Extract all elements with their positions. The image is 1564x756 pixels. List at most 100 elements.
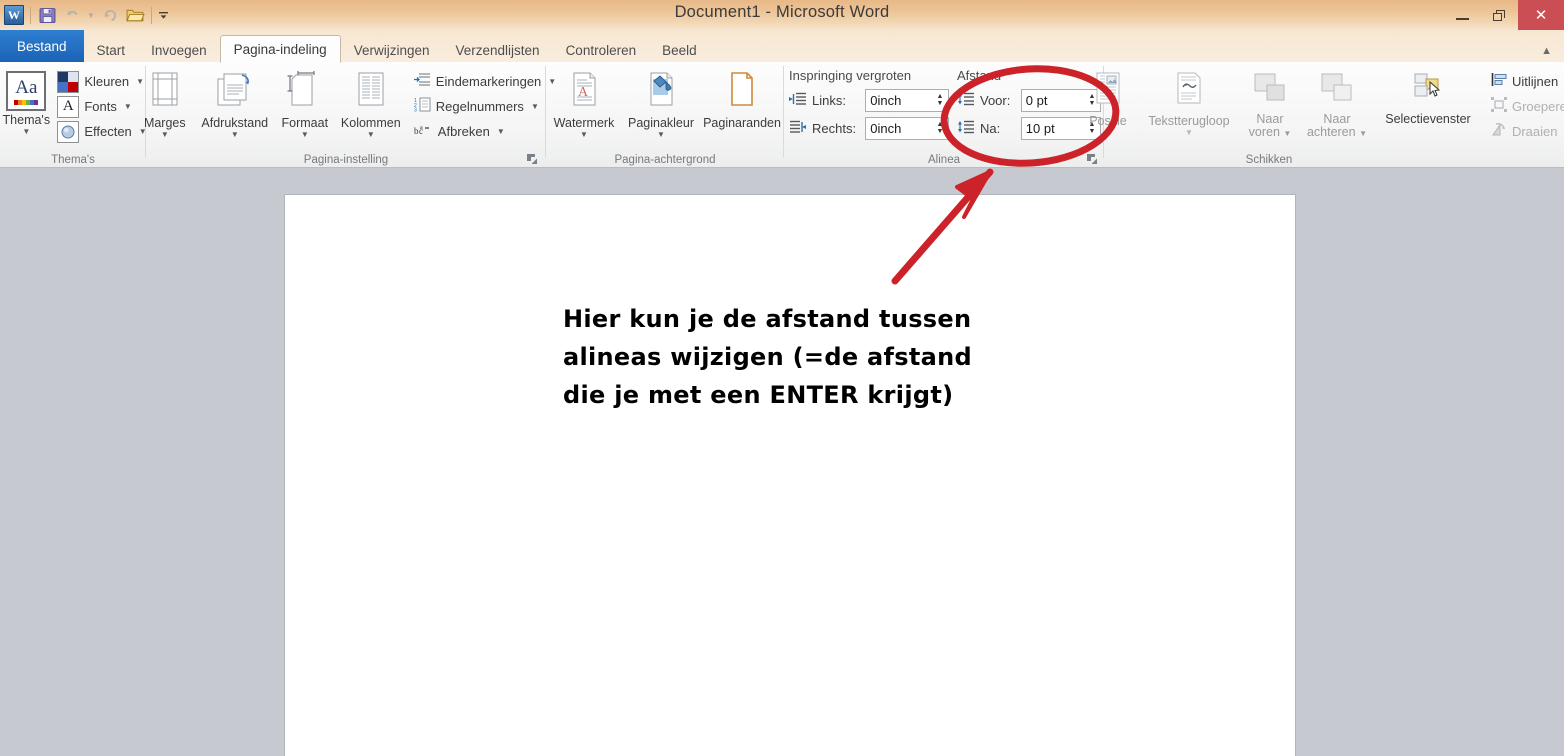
indent-left-label: Links: (812, 92, 846, 108)
save-icon[interactable] (36, 4, 58, 26)
rotate-button[interactable]: Draaien ▼ (1489, 119, 1564, 144)
document-line-3: die je met een ENTER krijgt) (563, 381, 954, 409)
align-label: Uitlijnen (1511, 74, 1559, 89)
breaks-button[interactable]: Eindemarkeringen ▼ (412, 69, 558, 94)
spacing-before-icon (957, 92, 975, 108)
word-logo-glyph: W (4, 5, 24, 25)
ribbon-group-arrange: Positie ▼ Tekstterugloop ▼ Naar voren ▼ … (1089, 62, 1564, 168)
indent-right-stepper[interactable]: ▲ ▼ (932, 118, 948, 139)
indent-right-spinner[interactable]: ▲▼ (865, 116, 949, 140)
align-button[interactable]: Uitlijnen ▼ (1489, 69, 1564, 94)
line-numbers-icon: 1 2 3 (414, 97, 431, 117)
window-controls (1444, 0, 1564, 30)
theme-effects-label: Effecten (84, 124, 132, 139)
open-icon[interactable] (124, 4, 146, 26)
chevron-down-icon: ▼ (160, 130, 169, 139)
indent-left-spinner[interactable]: ▲▼ (865, 88, 949, 112)
page-borders-label: Paginaranden (703, 116, 781, 130)
page-borders-button[interactable]: Paginaranden (700, 67, 784, 130)
tab-bestand[interactable]: Bestand (0, 30, 84, 63)
themes-button[interactable]: Aa Thema's ▼ (0, 67, 55, 136)
columns-icon (354, 71, 388, 114)
tab-beeld[interactable]: Beeld (649, 37, 710, 63)
align-icon (1491, 72, 1507, 92)
tab-pagina-indeling[interactable]: Pagina-indeling (219, 35, 341, 63)
customize-qat-icon[interactable] (157, 4, 169, 26)
page-background-group-label: Pagina-achtergrond (614, 154, 716, 166)
window-title: Document1 - Microsoft Word (674, 3, 890, 21)
rotate-icon (1491, 122, 1507, 142)
size-label: Formaat (281, 116, 329, 130)
tab-verwijzingen[interactable]: Verwijzingen (341, 37, 443, 63)
selection-pane-label: Selectievenster (1385, 112, 1471, 126)
hyphenation-button[interactable]: b c a Afbreken ▼ (412, 119, 558, 144)
indent-right-label: Rechts: (812, 120, 857, 136)
selection-pane-button[interactable]: Selectievenster (1373, 67, 1483, 126)
chevron-down-icon: ▼ (22, 127, 31, 136)
tab-invoegen[interactable]: Invoegen (138, 37, 220, 63)
send-backward-icon (1319, 71, 1355, 110)
send-backward-button[interactable]: Naar achteren ▼ (1301, 67, 1373, 140)
document-text[interactable]: Hier kun je de afstand tussen alineas wi… (563, 300, 1203, 414)
ribbon-group-page-background: A Watermerk ▼ Paginakleur ▼ Paginaranden… (546, 62, 784, 168)
minimize-button[interactable] (1444, 0, 1481, 30)
themes-button-label: Thema's (2, 113, 51, 127)
group-label: Groeperen (1511, 99, 1564, 114)
page-setup-dialog-launcher[interactable] (526, 152, 538, 164)
columns-button[interactable]: Kolommen ▼ (336, 67, 406, 139)
document-line-1: Hier kun je de afstand tussen (563, 305, 972, 333)
chevron-down-icon: ▼ (580, 130, 588, 139)
fonts-icon: A (57, 95, 80, 118)
hyphenation-label: Afbreken (437, 124, 490, 139)
collapse-ribbon-icon[interactable]: ▲ (1541, 45, 1552, 57)
indent-right-input[interactable] (866, 117, 932, 139)
size-button[interactable]: Formaat ▼ (274, 67, 336, 139)
wrap-text-icon (1174, 71, 1204, 112)
tab-controleren[interactable]: Controleren (553, 37, 650, 63)
margins-icon (147, 71, 183, 114)
indent-left-stepper[interactable]: ▲ ▼ (932, 90, 948, 111)
indent-left-row: Links: ▲▼ (789, 87, 949, 113)
paragraph-dialog-launcher[interactable] (1086, 152, 1098, 164)
margins-label: Marges (143, 116, 186, 130)
close-button[interactable] (1518, 0, 1564, 30)
redo-icon[interactable] (99, 4, 121, 26)
bring-forward-button[interactable]: Naar voren ▼ (1239, 67, 1301, 140)
arrange-group-label: Schikken (1245, 154, 1293, 166)
chevron-down-icon: ▼ (530, 102, 539, 111)
spacing-after-input[interactable] (1021, 117, 1084, 139)
chevron-down-icon: ▼ (1104, 128, 1112, 137)
ribbon-tabs: Bestand Start Invoegen Pagina-indeling V… (0, 30, 1564, 63)
margins-button[interactable]: Marges ▼ (134, 67, 196, 139)
themes-group-label: Thema's (51, 154, 95, 166)
orientation-button[interactable]: Afdrukstand ▼ (196, 67, 274, 139)
bring-forward-label: Naar voren ▼ (1248, 112, 1292, 139)
page-borders-icon (727, 71, 757, 114)
indent-right-icon (789, 120, 807, 136)
document-line-2: alineas wijzigen (=de afstand (563, 343, 973, 371)
watermark-button[interactable]: A Watermerk ▼ (546, 67, 622, 139)
orientation-label: Afdrukstand (201, 116, 269, 130)
group-icon (1490, 96, 1507, 117)
tab-verzendlijsten[interactable]: Verzendlijsten (443, 37, 553, 63)
page-color-icon (645, 71, 677, 114)
breaks-label: Eindemarkeringen (435, 74, 542, 89)
group-button[interactable]: Groeperen ▼ (1489, 94, 1564, 119)
document-canvas: Hier kun je de afstand tussen alineas wi… (0, 168, 1564, 756)
tab-start[interactable]: Start (84, 37, 139, 63)
word-app-icon[interactable]: W (3, 4, 25, 26)
undo-icon[interactable] (61, 4, 83, 26)
position-icon (1093, 71, 1123, 112)
page-color-button[interactable]: Paginakleur ▼ (622, 67, 700, 139)
document-page[interactable]: Hier kun je de afstand tussen alineas wi… (285, 195, 1295, 756)
restore-button[interactable] (1481, 0, 1518, 30)
svg-text:a: a (420, 125, 423, 131)
wrap-text-button[interactable]: Tekstterugloop ▼ (1139, 67, 1239, 137)
watermark-label: Watermerk (553, 116, 615, 130)
indent-right-row: Rechts: ▲▼ (789, 115, 949, 141)
undo-dropdown-icon[interactable]: ▼ (86, 4, 96, 26)
indent-left-input[interactable] (866, 89, 932, 111)
spacing-before-input[interactable] (1021, 89, 1084, 111)
line-numbers-button[interactable]: 1 2 3 Regelnummers ▼ (412, 94, 558, 119)
position-button[interactable]: Positie ▼ (1077, 67, 1139, 137)
